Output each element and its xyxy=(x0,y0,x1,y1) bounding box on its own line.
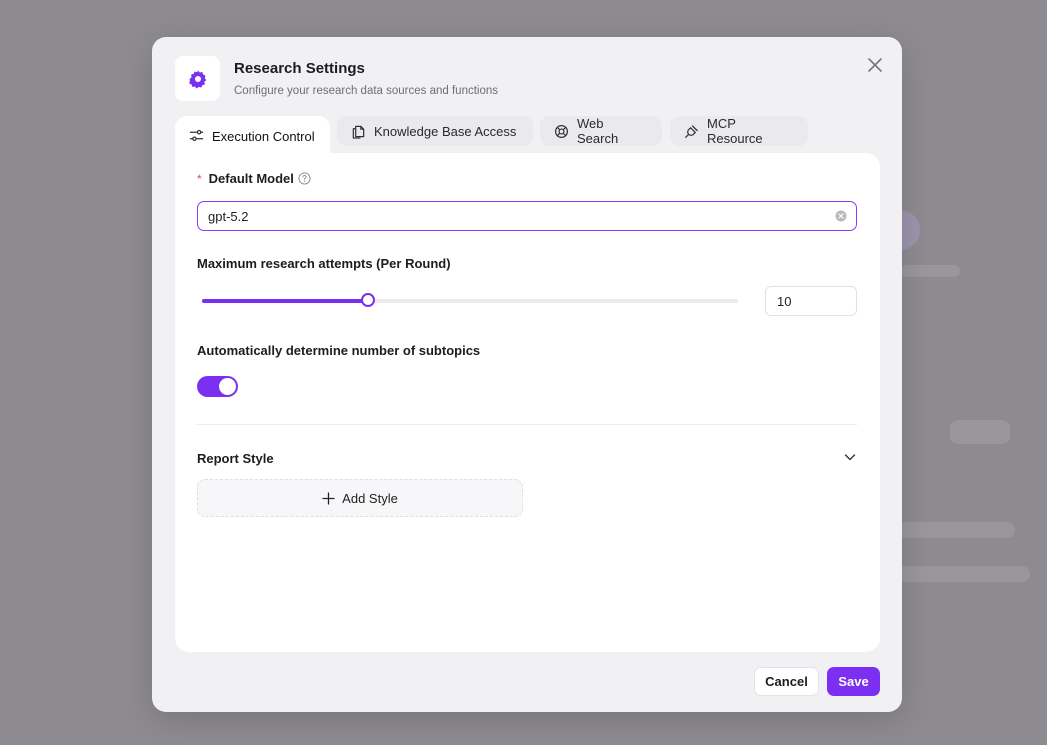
dialog-subtitle: Configure your research data sources and… xyxy=(234,85,499,97)
toggle-knob xyxy=(219,378,236,395)
tab-label: Execution Control xyxy=(212,128,315,144)
tab-web-search[interactable]: Web Search xyxy=(540,116,662,146)
tab-label: Knowledge Base Access xyxy=(374,123,517,139)
tab-knowledge-base-access[interactable]: Knowledge Base Access xyxy=(337,116,533,146)
background-text xyxy=(895,522,1015,538)
add-style-label: Add Style xyxy=(342,490,398,506)
research-settings-dialog: Research Settings Configure your researc… xyxy=(152,37,902,712)
execution-control-panel: * Default Model gpt-5.2 Maximum research… xyxy=(175,153,880,652)
plus-icon xyxy=(322,491,335,505)
dialog-title: Research Settings xyxy=(234,60,365,77)
background-text xyxy=(950,420,1010,444)
default-model-value: gpt-5.2 xyxy=(208,208,249,224)
tab-label: Web Search xyxy=(577,116,619,146)
required-marker: * xyxy=(197,171,202,186)
close-icon xyxy=(868,58,882,72)
max-attempts-value: 10 xyxy=(777,293,792,309)
lifebuoy-icon xyxy=(554,124,569,139)
gear-icon xyxy=(188,70,206,88)
max-attempts-slider[interactable] xyxy=(202,293,738,307)
sliders-icon xyxy=(189,128,204,143)
tab-mcp-resource[interactable]: MCP Resource xyxy=(670,116,808,146)
files-icon xyxy=(351,124,366,139)
cancel-button[interactable]: Cancel xyxy=(754,667,819,696)
close-button[interactable] xyxy=(864,54,886,76)
settings-header-icon xyxy=(175,56,220,101)
max-attempts-input[interactable]: 10 xyxy=(765,286,857,316)
add-style-button[interactable]: Add Style xyxy=(197,479,523,517)
settings-tabs: Execution Control Knowledge Base Access xyxy=(175,116,880,154)
auto-subtopics-toggle[interactable] xyxy=(197,376,238,397)
clear-icon[interactable] xyxy=(835,210,847,222)
slider-fill xyxy=(202,299,369,303)
question-circle-icon[interactable] xyxy=(298,172,311,185)
default-model-label: * Default Model xyxy=(197,171,311,186)
default-model-select[interactable]: gpt-5.2 xyxy=(197,201,857,231)
tab-execution-control[interactable]: Execution Control xyxy=(175,116,330,154)
auto-subtopics-label: Automatically determine number of subtop… xyxy=(197,343,481,358)
plug-icon xyxy=(684,124,699,139)
save-button[interactable]: Save xyxy=(827,667,880,696)
report-style-label: Report Style xyxy=(197,451,274,466)
background-text xyxy=(895,566,1030,582)
section-divider xyxy=(197,424,857,425)
chevron-down-icon[interactable] xyxy=(843,450,857,464)
background-text xyxy=(900,265,960,277)
tab-label: MCP Resource xyxy=(707,116,763,146)
default-model-label-text: Default Model xyxy=(208,171,294,186)
max-attempts-label: Maximum research attempts (Per Round) xyxy=(197,256,451,271)
slider-thumb[interactable] xyxy=(361,293,376,307)
